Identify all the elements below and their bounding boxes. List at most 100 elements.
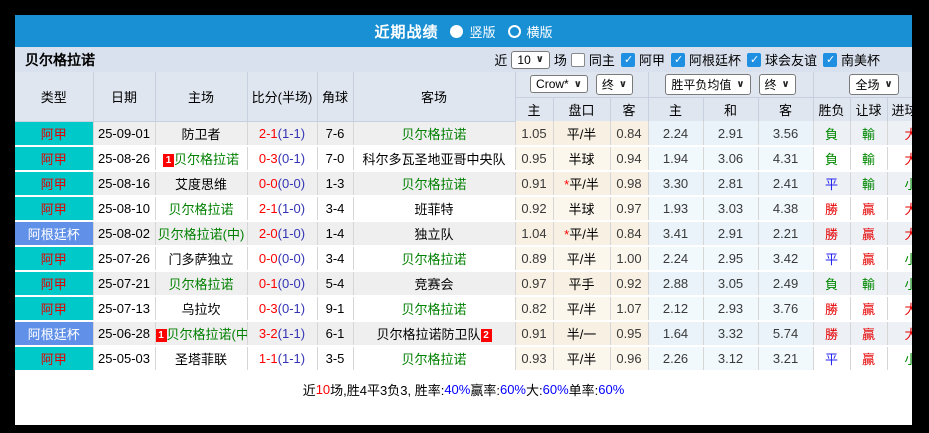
halftime-score: (0-0) [277,276,306,291]
fulltime-score: 3-2 [258,326,278,341]
odds-source-value: Crow* [536,77,569,92]
avg-type-select[interactable]: 胜平负均值 ∨ [665,73,751,95]
header-corners: 角球 [317,72,354,122]
competition-label-friendly[interactable]: 球会友谊 [765,50,817,69]
team-link[interactable]: 乌拉坎 [181,302,220,317]
team-link[interactable]: 贝尔格拉诺 [168,277,233,292]
avg-time-select[interactable]: 终 ∨ [758,73,796,95]
avg-draw-cell: 2.93 [703,296,759,322]
corners-cell: 1-3 [317,171,354,197]
away-team-cell: 独立队 [353,221,516,247]
same-home-label[interactable]: 同主 [589,50,615,69]
same-home-checkbox[interactable] [570,52,585,67]
competition-label-copa[interactable]: 阿根廷杯 [689,50,741,69]
competition-checkbox-liga[interactable] [620,52,635,67]
team-link[interactable]: 贝尔格拉诺 [168,202,233,217]
fulltime-score: 2-0 [258,226,278,241]
team-link[interactable]: 班菲特 [414,202,453,217]
table-row: 阿甲 25-09-01 防卫者 2-1(1-1) 7-6 贝尔格拉诺 1.05 平/半 0.84… [15,121,912,147]
vertical-view-label[interactable]: 竖版 [469,22,495,41]
home-team-cell: 艾度思维 [155,171,248,197]
handicap-home-odds-cell: 0.95 [515,146,554,172]
avg-lose-cell: 2.49 [758,271,814,297]
recent-count-select[interactable]: 10 ∨ [511,50,550,69]
avg-lose-cell: 3.21 [758,346,814,372]
vertical-view-radio[interactable] [450,24,464,38]
avg-win-cell: 3.30 [648,171,704,197]
horizontal-view-radio[interactable] [507,24,521,38]
winlose-result-cell: 平 [813,171,851,197]
avg-draw-cell: 3.03 [703,196,759,222]
competition-label-liga[interactable]: 阿甲 [639,50,665,69]
competition-checkbox-friendly[interactable] [746,52,761,67]
team-link[interactable]: 独立队 [414,227,453,242]
summary-segment: 40% [444,381,471,397]
home-team-cell: 1 贝尔格拉诺(中) [155,321,248,347]
avg-win-cell: 2.24 [648,121,704,147]
matches-label: 场 [553,53,567,68]
winlose-result-cell: 勝 [813,221,851,247]
handicap-time-select[interactable]: 终 ∨ [595,73,633,95]
corners-cell: 7-0 [317,146,354,172]
team-link[interactable]: 防卫者 [181,127,220,142]
team-link[interactable]: 科尔多瓦圣地亚哥中央队 [362,152,505,167]
summary-segment: 10 [315,381,331,397]
team-link[interactable]: 贝尔格拉诺 [401,252,466,267]
team-link[interactable]: 贝尔格拉诺 [401,177,466,192]
avg-type-value: 胜平负均值 [671,77,732,92]
team-link[interactable]: 贝尔格拉诺 [401,302,466,317]
team-link[interactable]: 竞赛会 [414,277,453,292]
handicap-time-value: 终 [601,77,614,92]
winlose-result-cell: 負 [813,146,851,172]
home-team-cell: 贝尔格拉诺 [155,271,248,297]
winlose-result-cell: 平 [813,346,851,372]
red-card-badge: 1 [162,154,174,167]
handicap-away-odds-cell: 1.00 [610,246,649,272]
goals-result-cell: 大 [887,121,912,147]
away-team-cell: 贝尔格拉诺 [353,171,516,197]
team-link[interactable]: 贝尔格拉诺(中) [158,227,245,242]
avg-draw-cell: 2.91 [703,221,759,247]
subheader-winlose: 胜负 [813,97,851,121]
league-cell: 阿甲 [15,171,94,197]
team-link[interactable]: 贝尔格拉诺 [401,127,466,142]
avg-lose-cell: 3.76 [758,296,814,322]
team-link[interactable]: 贝尔格拉诺 [174,152,239,167]
team-link[interactable]: 艾度思维 [175,177,227,192]
handicap-home-odds-cell: 0.82 [515,296,554,322]
goals-result-cell: 小 [887,246,912,272]
competition-checkbox-copa[interactable] [670,52,685,67]
summary-segment: 近 [302,382,316,398]
goals-result-cell: 大 [887,321,912,347]
odds-source-select[interactable]: Crow* ∨ [530,75,588,94]
team-link[interactable]: 贝尔格拉诺 [401,352,466,367]
date-cell: 25-07-26 [93,246,156,272]
handicap-away-odds-cell: 0.92 [610,271,649,297]
avg-win-cell: 3.41 [648,221,704,247]
team-link[interactable]: 贝尔格拉诺(中) [167,327,247,342]
halftime-score: (1-1) [277,351,306,366]
score-cell: 0-0(0-0) [247,171,318,197]
filter-bar: 贝尔格拉诺 近 10 ∨ 场 同主 阿甲 阿根廷杯 球会友谊 南美杯 [15,47,912,72]
competition-label-sudamericana[interactable]: 南美杯 [841,50,880,69]
away-team-cell: 贝尔格拉诺 [353,121,516,147]
team-link[interactable]: 贝尔格拉诺防卫队 [376,327,480,342]
team-link[interactable]: 圣塔菲联 [175,352,227,367]
competition-checkbox-sudamericana[interactable] [822,52,837,67]
avg-draw-cell: 2.81 [703,171,759,197]
avg-win-cell: 2.88 [648,271,704,297]
summary-segment: 单率: [568,382,599,398]
subheader-handicap-away: 客 [610,97,649,121]
home-team-cell: 贝尔格拉诺(中) [155,221,248,247]
chevron-down-icon: ∨ [736,78,745,90]
table-row: 阿甲 25-05-03 圣塔菲联 1-1(1-1) 3-5 贝尔格拉诺 0.93 平/半 0.9… [15,346,912,372]
horizontal-view-label[interactable]: 横版 [527,22,553,41]
fulltime-score: 0-0 [258,251,278,266]
score-cell: 0-3(0-1) [247,146,318,172]
scope-select[interactable]: 全场 ∨ [849,73,899,95]
chevron-down-icon: ∨ [781,78,790,90]
handicap-away-odds-cell: 0.94 [610,146,649,172]
subheader-avg-draw: 和 [703,97,759,121]
team-link[interactable]: 门多萨独立 [168,252,233,267]
goals-result-cell: 小 [887,271,912,297]
